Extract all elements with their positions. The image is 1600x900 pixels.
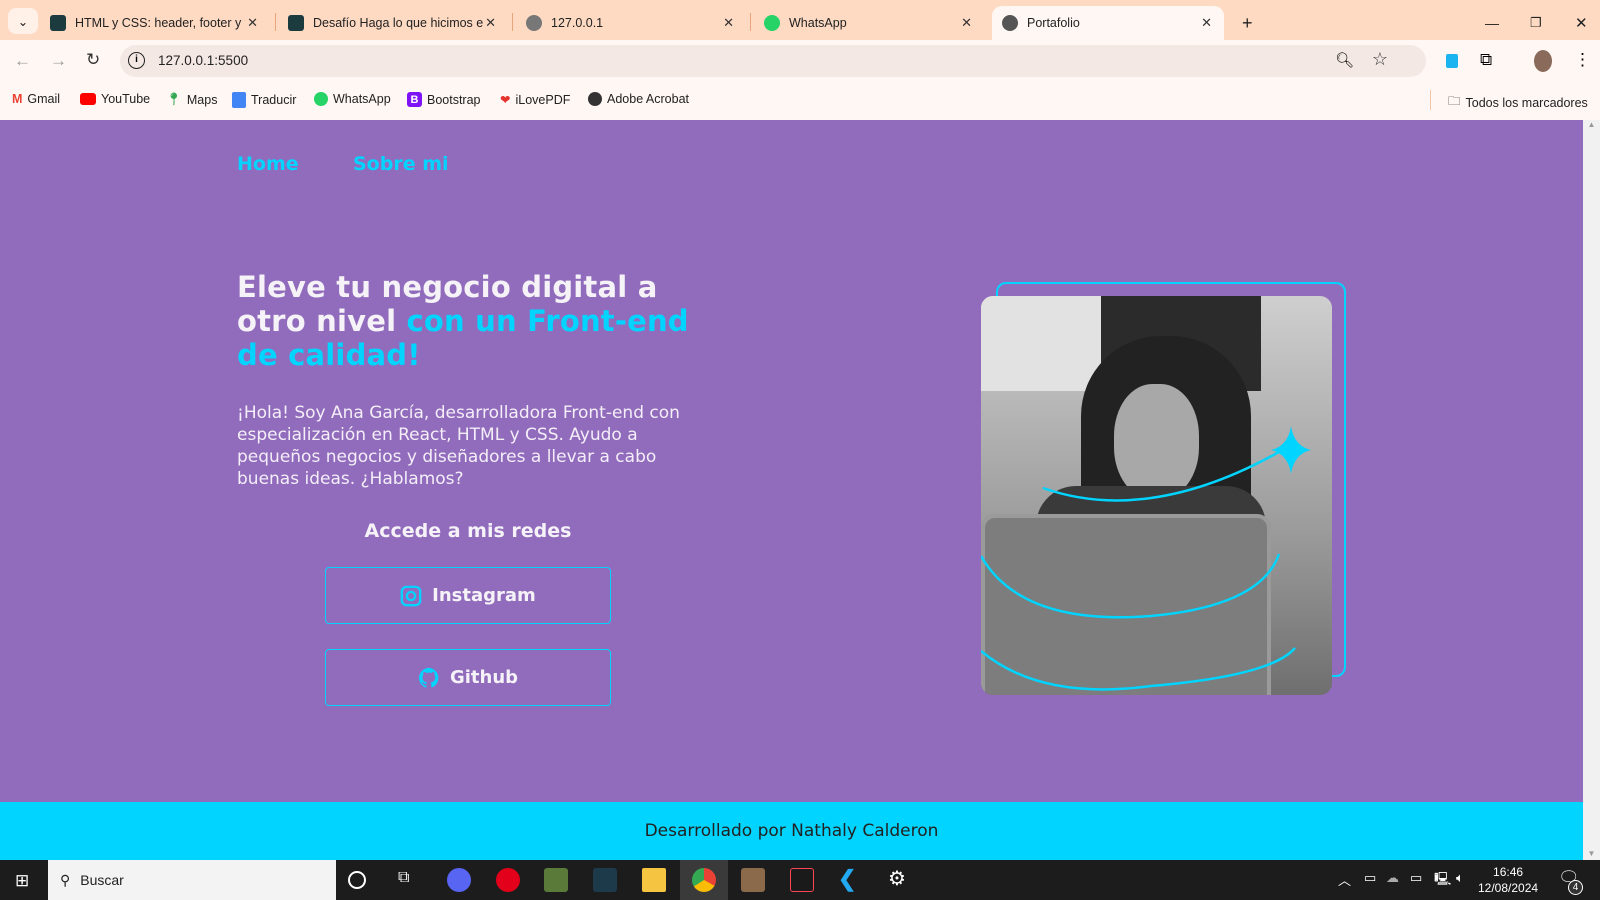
extension-icon[interactable]	[1446, 54, 1458, 68]
windows-start-icon[interactable]: ⊞	[15, 871, 29, 891]
taskbar: ⊞ ⚲ Buscar ⧉ ❮ ⚙ ︿ ▭ ☁ ▭ 🖳︎ 🔈︎ 16:46 12/08…	[0, 860, 1600, 900]
address-bar[interactable]: i 127.0.0.1:5500 🔍︎ ☆	[120, 45, 1426, 77]
hero-intro: ¡Hola! Soy Ana García, desarrolladora Fr…	[237, 403, 680, 489]
close-tab-icon[interactable]: ✕	[723, 15, 734, 31]
whatsapp-icon	[764, 15, 780, 31]
close-tab-icon[interactable]: ✕	[247, 15, 258, 31]
instagram-icon	[400, 585, 422, 606]
file-explorer-icon[interactable]	[642, 868, 666, 892]
battery-icon[interactable]: ▭	[1410, 870, 1422, 886]
tab[interactable]: 127.0.0.1 ✕	[516, 6, 746, 40]
close-tab-icon[interactable]: ✕	[961, 15, 972, 31]
reload-icon[interactable]: ↻	[86, 50, 100, 70]
show-hidden-icons-chevron-up-icon[interactable]: ︿	[1338, 870, 1351, 889]
folder-icon: 🗀	[1448, 94, 1461, 108]
menu-icon[interactable]: ⋮	[1574, 50, 1591, 70]
close-window-button[interactable]: ✕	[1565, 6, 1598, 40]
maps-icon: 📍︎	[166, 92, 182, 106]
system-clock[interactable]: 16:46 12/08/2024	[1478, 864, 1538, 896]
site-info-icon[interactable]: i	[128, 52, 145, 69]
task-view-icon[interactable]: ⧉	[398, 869, 409, 887]
nav-home[interactable]: Home	[237, 153, 299, 175]
github-button[interactable]: Github	[325, 649, 611, 706]
translate-icon	[232, 92, 246, 108]
bookmark-star-icon[interactable]: ☆	[1372, 49, 1388, 70]
bookmark-bootstrap[interactable]: B Bootstrap	[407, 92, 481, 107]
instagram-button[interactable]: Instagram	[325, 567, 611, 624]
extensions-puzzle-icon[interactable]: ⧉	[1480, 50, 1492, 70]
league-icon[interactable]	[593, 868, 617, 892]
taskbar-search[interactable]: ⚲ Buscar	[48, 860, 336, 900]
discord-icon[interactable]	[447, 868, 471, 892]
minecraft-icon[interactable]	[544, 868, 568, 892]
nav-sobre-mi[interactable]: Sobre mi	[353, 153, 449, 175]
globe-icon	[526, 15, 542, 31]
bookmark-traducir[interactable]: Traducir	[232, 92, 296, 108]
new-tab-button[interactable]: +	[1232, 6, 1263, 40]
restore-button[interactable]: ❐	[1520, 6, 1552, 40]
zoom-icon[interactable]: 🔍︎	[1335, 51, 1354, 69]
bookmark-whatsapp[interactable]: WhatsApp	[314, 92, 391, 106]
tab[interactable]: HTML y CSS: header, footer y va ✕	[40, 6, 270, 40]
social-title: Accede a mis redes	[364, 520, 572, 542]
page-content: Home Sobre mi Eleve tu negocio digital a…	[0, 120, 1583, 860]
bootstrap-icon: B	[407, 92, 422, 107]
profile-photo	[981, 296, 1332, 695]
sparkle-icon	[1271, 426, 1311, 474]
valorant-icon[interactable]	[790, 868, 814, 892]
bookmark-adobe-acrobat[interactable]: Adobe Acrobat	[588, 92, 689, 106]
onedrive-icon[interactable]: ☁	[1386, 870, 1399, 886]
bookmark-gmail[interactable]: M Gmail	[12, 92, 60, 106]
tab-strip: ⌄ HTML y CSS: header, footer y va ✕ Desaf…	[0, 0, 1600, 40]
bookmark-youtube[interactable]: YouTube	[80, 92, 150, 106]
toolbar: ← → ↻ i 127.0.0.1:5500 🔍︎ ☆ ⧉ ⋮	[0, 40, 1600, 82]
volume-icon[interactable]: 🔈︎	[1456, 870, 1464, 886]
github-icon	[418, 667, 439, 688]
site-footer: Desarrollado por Nathaly Calderon	[0, 802, 1583, 860]
forward-icon[interactable]: →	[50, 51, 67, 71]
close-tab-icon[interactable]: ✕	[485, 15, 496, 31]
whatsapp-icon	[314, 92, 328, 106]
bookmarks-bar: M Gmail YouTube 📍︎ Maps Traducir WhatsApp …	[0, 82, 1600, 120]
tab-active[interactable]: Portafolio ✕	[992, 6, 1224, 40]
game-icon[interactable]	[741, 868, 765, 892]
notification-count-badge: 4	[1568, 880, 1583, 895]
network-icon[interactable]: 🖳︎	[1434, 870, 1451, 892]
all-bookmarks[interactable]: 🗀 Todos los marcadores	[1448, 92, 1588, 113]
riot-icon[interactable]	[496, 868, 520, 892]
decorative-arcs	[981, 426, 1311, 691]
gmail-icon: M	[12, 92, 23, 106]
settings-gear-icon[interactable]: ⚙	[888, 866, 906, 891]
cortana-icon[interactable]	[348, 871, 366, 889]
ilovepdf-icon: ❤	[500, 93, 511, 107]
hero-headline: Eleve tu negocio digital a otro nivel co…	[237, 270, 689, 372]
globe-icon	[1002, 15, 1018, 31]
close-tab-icon[interactable]: ✕	[1201, 15, 1212, 31]
profile-avatar[interactable]	[1534, 50, 1552, 72]
page-scrollbar[interactable]: ▲ ▼	[1583, 120, 1600, 860]
back-icon[interactable]: ←	[14, 51, 31, 71]
bookmark-ilovepdf[interactable]: ❤ iLovePDF	[500, 92, 570, 108]
vscode-icon[interactable]: ❮	[838, 866, 856, 892]
tab-search-button[interactable]: ⌄	[8, 8, 38, 34]
chrome-icon[interactable]	[692, 868, 716, 892]
search-icon: ⚲	[60, 871, 71, 888]
globe-icon	[588, 92, 602, 106]
youtube-icon	[80, 93, 96, 105]
alura-icon	[50, 15, 66, 31]
bookmark-maps[interactable]: 📍︎ Maps	[166, 92, 217, 107]
alura-icon	[288, 15, 304, 31]
tab[interactable]: Desafío Haga lo que hicimos en ✕	[278, 6, 508, 40]
minimize-button[interactable]: —	[1475, 6, 1509, 40]
tab[interactable]: WhatsApp ✕	[754, 6, 984, 40]
camera-icon[interactable]: ▭	[1364, 870, 1376, 886]
